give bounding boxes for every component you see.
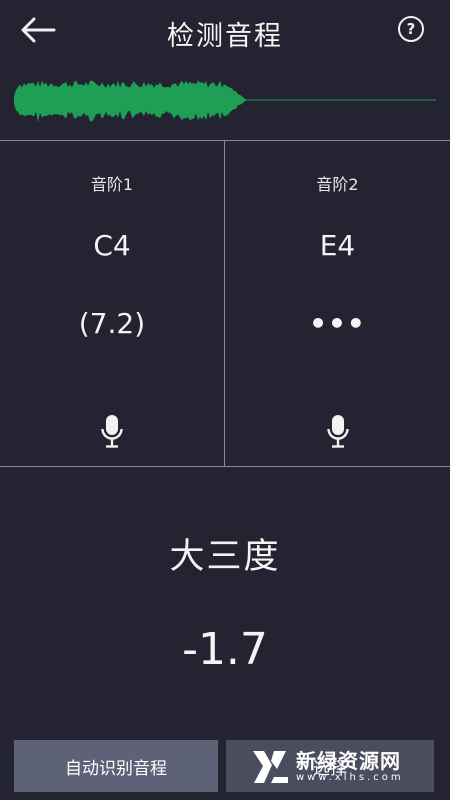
- page-title: 检测音程: [167, 21, 283, 52]
- app-header: 检测音程 ?: [0, 0, 450, 70]
- interval-deviation: -1.7: [182, 624, 268, 675]
- divider-bottom: [0, 466, 450, 467]
- help-button[interactable]: ?: [398, 16, 424, 42]
- audio-waveform: [14, 80, 436, 122]
- auto-detect-interval-button[interactable]: 自动识别音程: [14, 740, 218, 792]
- note-1-mic-button[interactable]: [92, 411, 132, 451]
- interval-name: 大三度: [169, 537, 281, 577]
- note-1-cents: (7.2): [78, 307, 146, 340]
- note-2-name: E4: [319, 229, 356, 262]
- watermark-name: 新绿资源网: [296, 749, 401, 773]
- note-2-mic-button[interactable]: [318, 411, 358, 451]
- microphone-icon: [326, 415, 349, 448]
- note-panel-2: 音阶2 E4 •••: [225, 141, 450, 466]
- note-2-pending-indicator: •••: [309, 307, 366, 340]
- question-circle-icon: ?: [406, 20, 416, 38]
- note-panel-1: 音阶1 C4 (7.2): [0, 141, 224, 466]
- note-2-label: 音阶2: [316, 175, 359, 194]
- microphone-icon: [101, 415, 123, 448]
- site-logo-icon: [253, 751, 288, 783]
- note-1-name: C4: [93, 229, 131, 262]
- note-1-label: 音阶1: [90, 175, 134, 194]
- site-watermark: 新绿资源网 www.xlhs.com: [250, 746, 432, 788]
- watermark-url: www.xlhs.com: [296, 772, 404, 783]
